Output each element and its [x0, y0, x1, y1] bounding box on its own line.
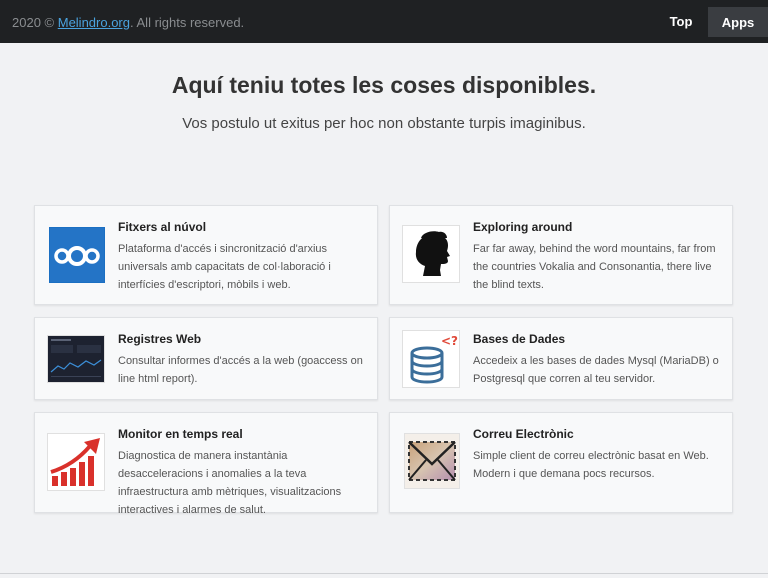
copyright-prefix: 2020 © — [12, 15, 58, 30]
card-title: Fitxers al núvol — [118, 220, 207, 234]
svg-text:<?: <? — [441, 334, 458, 348]
card-title: Monitor en temps real — [118, 427, 243, 441]
app-card-cloud-files[interactable]: Fitxers al núvol Plataforma d'accés i si… — [34, 205, 378, 305]
app-card-email[interactable]: Correu Electrònic Simple client de corre… — [389, 412, 733, 513]
app-card-exploring[interactable]: Exploring around Far far away, behind th… — [389, 205, 733, 305]
page-bottom-divider — [0, 573, 768, 578]
site-link[interactable]: Melindro.org — [58, 15, 130, 30]
card-title: Registres Web — [118, 332, 202, 346]
database-icon: <? — [402, 330, 460, 388]
card-description: Far far away, behind the word mountains,… — [473, 243, 716, 291]
growth-chart-icon — [47, 433, 105, 491]
cloud-files-icon — [49, 227, 105, 283]
nav-apps-link[interactable]: Apps — [708, 7, 768, 37]
page-subtitle: Vos postulo ut exitus per hoc non obstan… — [182, 115, 586, 132]
copyright-suffix: . All rights reserved. — [130, 15, 245, 30]
page-title: Aquí teniu totes les coses disponibles. — [171, 72, 597, 98]
card-description: Accedeix a les bases de dades Mysql (Mar… — [473, 355, 719, 385]
nav-top-link[interactable]: Top — [655, 0, 707, 43]
head-silhouette-icon — [402, 225, 460, 283]
card-description: Consultar informes d'accés a la web (goa… — [118, 355, 363, 385]
app-card-monitor[interactable]: Monitor en temps real Diagnostica de man… — [34, 412, 378, 516]
card-description: Simple client de correu electrònic basat… — [473, 450, 709, 480]
card-title: Bases de Dades — [473, 332, 566, 346]
app-card-web-logs[interactable]: Registres Web Consultar informes d'accés… — [34, 317, 378, 400]
card-description: Plataforma d'accés i sincronització d'ar… — [118, 243, 331, 291]
app-card-databases[interactable]: <? Bases de Dades Accedeix a les bases d… — [389, 317, 733, 400]
card-title: Exploring around — [473, 220, 573, 234]
card-title: Correu Electrònic — [473, 427, 574, 441]
envelope-icon — [404, 433, 460, 489]
card-description: Diagnostica de manera instantània desacc… — [118, 450, 342, 516]
web-report-icon — [47, 335, 105, 383]
top-bar: 2020 © Melindro.org. All rights reserved… — [0, 0, 768, 43]
copyright-text: 2020 © Melindro.org. All rights reserved… — [12, 15, 244, 30]
